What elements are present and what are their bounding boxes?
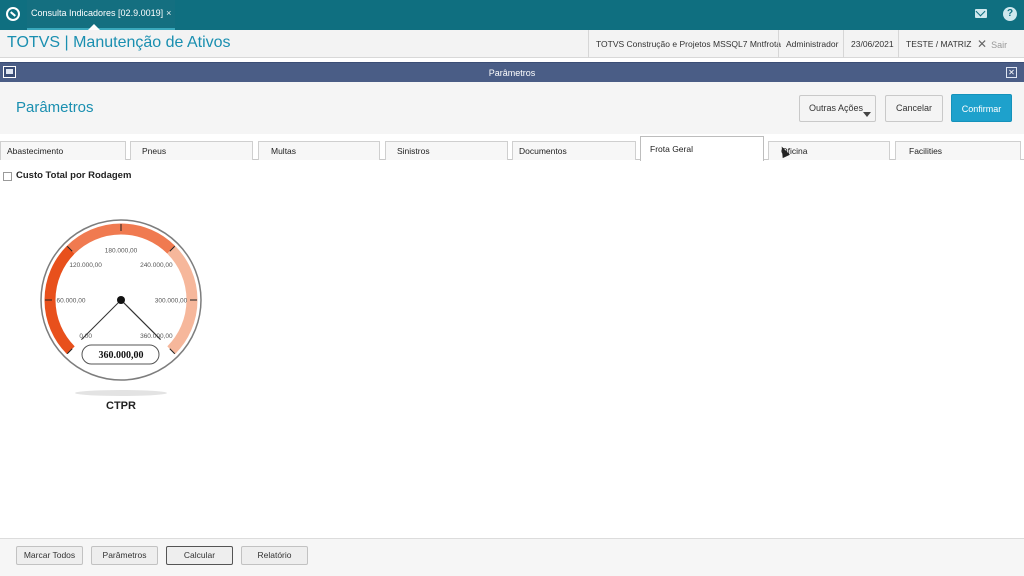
relatorio-button[interactable]: Relatório: [241, 546, 308, 565]
tabs-row: Abastecimento Pneus Multas Sinistros Doc…: [0, 134, 1024, 161]
app-title: TOTVS | Manutenção de Ativos: [7, 34, 231, 51]
confirm-button[interactable]: Confirmar: [951, 94, 1012, 122]
date-info: 23/06/2021: [843, 30, 901, 58]
page-title: Parâmetros: [16, 99, 94, 116]
gauge-value: 360.000,00: [99, 350, 144, 361]
tab-sinistros[interactable]: Sinistros: [385, 141, 508, 160]
tab-pneus[interactable]: Pneus: [130, 141, 253, 160]
ctpr-gauge: 0,00 60.000,00 120.000,00 180.000,00 240…: [40, 219, 202, 396]
outras-acoes-button[interactable]: Outras Ações: [799, 95, 876, 122]
gauge-tick-label-4: 240.000,00: [140, 262, 173, 269]
tab-abastecimento[interactable]: Abastecimento: [0, 141, 126, 160]
app-header: TOTVS | Manutenção de Ativos TOTVS Const…: [0, 30, 1024, 58]
tab-multas[interactable]: Multas: [258, 141, 380, 160]
custo-total-checkbox[interactable]: [3, 172, 12, 181]
marcar-todos-button[interactable]: Marcar Todos: [16, 546, 83, 565]
tab-documentos[interactable]: Documentos: [512, 141, 636, 160]
app-tab-close-icon[interactable]: ×: [166, 8, 171, 18]
company-info: TOTVS Construção e Projetos MSSQL7 Mntfr…: [588, 30, 788, 58]
dialog-close-icon[interactable]: ✕: [1006, 67, 1017, 78]
cancel-button[interactable]: Cancelar: [885, 95, 943, 122]
outras-acoes-label: Outras Ações: [809, 103, 864, 113]
gauge-tick-label-2: 120.000,00: [69, 262, 102, 269]
calcular-button[interactable]: Calcular: [166, 546, 233, 565]
mail-icon[interactable]: [975, 9, 987, 18]
tab-frota-geral[interactable]: Frota Geral: [640, 136, 764, 161]
user-info: Administrador: [778, 30, 845, 58]
gauge-shadow: [75, 390, 167, 396]
custo-total-label: Custo Total por Rodagem: [16, 170, 132, 181]
parametros-button[interactable]: Parâmetros: [91, 546, 158, 565]
gauge-hub: [117, 296, 125, 304]
app-tab-label: Consulta Indicadores [02.9.0019]: [31, 8, 164, 18]
gauge-label: CTPR: [106, 400, 136, 412]
exit-label: Sair: [991, 40, 1008, 50]
top-bar: Consulta Indicadores [02.9.0019] × ?: [0, 0, 1024, 30]
dialog-titlebar: Parâmetros ✕: [0, 62, 1024, 82]
gauge-tick-label-0: 0,00: [79, 333, 92, 340]
totvs-logo-icon[interactable]: [6, 7, 20, 21]
close-icon: ✕: [977, 37, 988, 51]
help-icon[interactable]: ?: [1003, 7, 1017, 21]
app-tab-consulta-indicadores[interactable]: Consulta Indicadores [02.9.0019] ×: [27, 0, 176, 30]
gauge-tick-label-1: 60.000,00: [57, 298, 86, 305]
caret-down-icon: [863, 112, 871, 117]
tab-facilities[interactable]: Facilities: [895, 141, 1021, 160]
gauge-tick-label-5: 300.000,00: [155, 298, 188, 305]
exit-button[interactable]: ✕ Sair: [977, 30, 1007, 58]
branch-info: TESTE / MATRIZ: [898, 30, 978, 58]
gauge-tick-label-3: 180.000,00: [105, 248, 138, 255]
dialog-title: Parâmetros: [488, 68, 536, 78]
